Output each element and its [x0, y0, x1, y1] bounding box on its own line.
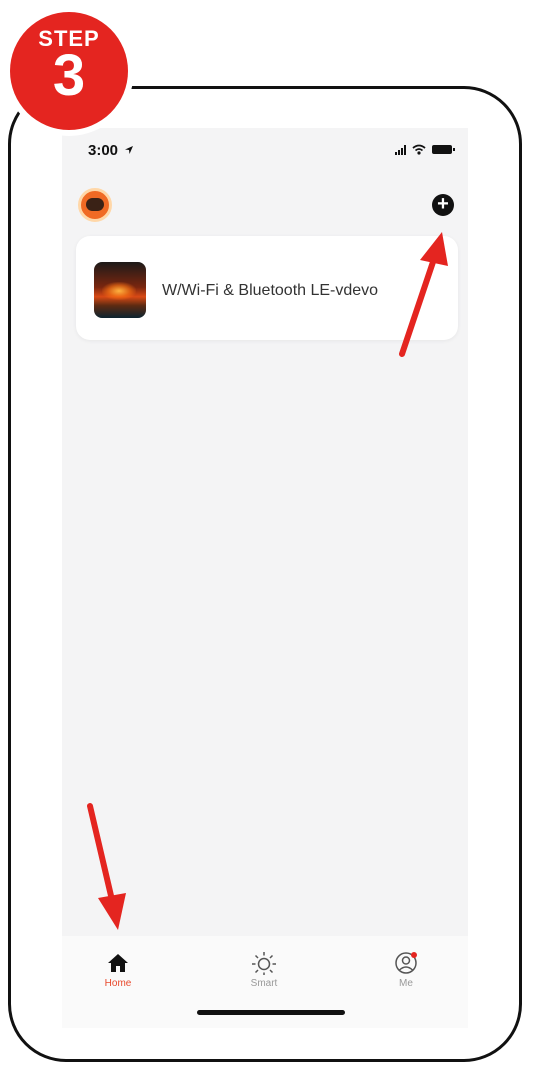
- profile-icon: [395, 952, 417, 974]
- sun-icon: [252, 952, 276, 975]
- battery-icon: [432, 145, 455, 154]
- location-arrow-icon: [125, 146, 134, 154]
- fireplace-thumbnail: [94, 262, 146, 318]
- tab-smart[interactable]: Smart: [224, 950, 304, 989]
- device-name: W/Wi-Fi & Bluetooth LE-vdevo: [162, 282, 379, 299]
- plus-circle-icon[interactable]: +: [432, 194, 454, 216]
- arrow-to-add-button: [399, 232, 448, 357]
- wifi-icon: [412, 144, 426, 155]
- tab-home[interactable]: Home: [78, 950, 158, 989]
- tab-home-label: Home: [104, 978, 132, 989]
- arrow-to-home-tab: [87, 803, 126, 930]
- status-time: 3:00: [88, 142, 134, 159]
- home-indicator: [197, 1010, 345, 1015]
- step-number: 3: [52, 43, 86, 108]
- tab-smart-label: Smart: [250, 978, 278, 989]
- tab-me[interactable]: Me: [366, 950, 446, 989]
- clock-time: 3:00: [88, 142, 119, 159]
- tab-me-label: Me: [399, 978, 413, 989]
- status-icons: [395, 144, 455, 155]
- step-badge: STEP 3: [10, 12, 128, 130]
- app-avatar-icon[interactable]: [78, 188, 112, 222]
- avatar-face: [86, 198, 104, 211]
- home-icon: [108, 954, 128, 972]
- status-bar: 3:00: [62, 128, 468, 172]
- signal-icon: [395, 144, 406, 155]
